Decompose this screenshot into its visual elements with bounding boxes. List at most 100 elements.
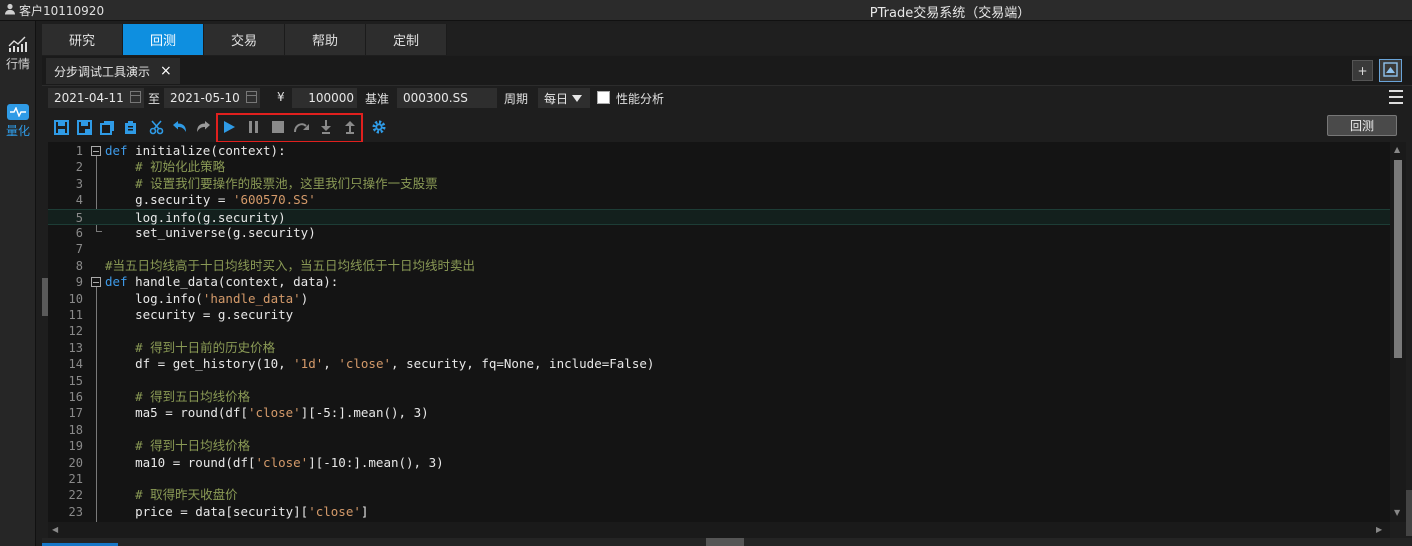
sidebar-item-quant[interactable]: 量化 bbox=[0, 97, 36, 145]
code-line[interactable]: 19 # 得到十日均线价格 bbox=[48, 438, 1390, 454]
panel-icon bbox=[1383, 61, 1398, 80]
panel-toggle-button[interactable] bbox=[1379, 59, 1402, 82]
benchmark-label: 基准 bbox=[365, 92, 390, 106]
market-chart-icon bbox=[7, 35, 29, 53]
line-number: 22 bbox=[68, 488, 83, 503]
sidebar-resize-handle[interactable] bbox=[42, 278, 48, 316]
line-number: 14 bbox=[68, 357, 83, 372]
vertical-scrollbar[interactable]: ▲ ▼ bbox=[1390, 142, 1406, 522]
close-icon[interactable]: × bbox=[160, 63, 172, 79]
benchmark-field[interactable]: 000300.SS bbox=[397, 88, 497, 108]
scroll-left-icon[interactable]: ◀ bbox=[52, 525, 58, 534]
save-icon[interactable] bbox=[52, 118, 70, 136]
file-tab[interactable]: 分步调试工具演示 × bbox=[46, 58, 180, 84]
paste-icon[interactable] bbox=[121, 118, 139, 136]
fold-toggle-icon[interactable] bbox=[91, 277, 101, 288]
scroll-up-icon[interactable]: ▲ bbox=[1394, 145, 1400, 154]
scroll-down-icon[interactable]: ▼ bbox=[1394, 508, 1400, 517]
tab-trade[interactable]: 交易 bbox=[204, 24, 285, 55]
line-number: 12 bbox=[68, 324, 83, 339]
code-line[interactable]: 12 bbox=[48, 323, 1390, 339]
code-line[interactable]: 11 security = g.security bbox=[48, 307, 1390, 323]
code-line[interactable]: 4 g.security = '600570.SS' bbox=[48, 192, 1390, 208]
save-as-icon[interactable] bbox=[75, 118, 93, 136]
step-into-icon[interactable] bbox=[317, 118, 335, 136]
new-tab-button[interactable]: + bbox=[1352, 60, 1373, 81]
line-number: 15 bbox=[68, 373, 83, 388]
code-line[interactable]: 16 # 得到五日均线价格 bbox=[48, 389, 1390, 405]
code-line[interactable]: 7 bbox=[48, 241, 1390, 257]
period-select[interactable]: 每日 bbox=[538, 88, 590, 108]
tab-help[interactable]: 帮助 bbox=[285, 24, 366, 55]
step-over-icon[interactable] bbox=[293, 118, 311, 136]
code-line[interactable]: 10 log.info('handle_data') bbox=[48, 291, 1390, 307]
code-token: ma10 = round(df[ bbox=[105, 454, 256, 470]
code-string: 'close' bbox=[308, 503, 361, 519]
code-editor[interactable]: 1 def initialize(context): 2 # 初始化此策略 3 # 设置… bbox=[48, 142, 1390, 522]
settings-gear-icon[interactable] bbox=[370, 118, 388, 136]
fold-toggle-icon[interactable] bbox=[91, 146, 101, 156]
code-line[interactable]: 18 bbox=[48, 422, 1390, 438]
code-line[interactable]: 13 # 得到十日前的历史价格 bbox=[48, 340, 1390, 356]
code-string: 'close' bbox=[255, 454, 309, 470]
code-token: initialize(context): bbox=[135, 143, 286, 158]
code-text: # 得到五日均线价格 bbox=[105, 389, 250, 405]
run-icon[interactable] bbox=[220, 118, 238, 136]
code-line[interactable]: 5 log.info(g.security) bbox=[48, 208, 1390, 225]
code-line[interactable]: 8 #当五日均线高于十日均线时买入，当五日均线低于十日均线时卖出 bbox=[48, 258, 1390, 274]
code-token: price = data[security][ bbox=[105, 503, 309, 519]
menu-icon[interactable] bbox=[1389, 90, 1403, 104]
undo-icon[interactable] bbox=[171, 118, 189, 136]
code-line[interactable]: 14 df = get_history(10, '1d', 'close', s… bbox=[48, 356, 1390, 372]
code-token: log.info( bbox=[105, 290, 203, 306]
sidebar-item-label: 行情 bbox=[5, 56, 30, 71]
vertical-scroll-thumb[interactable] bbox=[1394, 160, 1402, 358]
user-account[interactable]: 客户10110920 bbox=[4, 2, 104, 19]
code-line[interactable]: 17 ma5 = round(df['close'][-5:].mean(), … bbox=[48, 405, 1390, 421]
tab-backtest[interactable]: 回测 bbox=[123, 24, 204, 55]
tab-custom[interactable]: 定制 bbox=[366, 24, 447, 55]
code-line[interactable]: 15 bbox=[48, 373, 1390, 389]
step-out-icon[interactable] bbox=[341, 118, 359, 136]
copy-icon[interactable] bbox=[98, 118, 116, 136]
code-line[interactable]: 2 # 初始化此策略 bbox=[48, 159, 1390, 175]
line-number: 10 bbox=[68, 291, 83, 306]
code-line[interactable]: 9 def handle_data(context, data): bbox=[48, 274, 1390, 290]
line-number: 18 bbox=[68, 422, 83, 437]
code-line[interactable]: 23 price = data[security]['close'] bbox=[48, 504, 1390, 520]
stop-icon[interactable] bbox=[269, 118, 287, 136]
code-text: price = data[security]['close'] bbox=[105, 504, 368, 520]
code-string: 'close' bbox=[338, 356, 392, 372]
code-line[interactable]: 6 set_universe(g.security) bbox=[48, 225, 1390, 241]
perf-analysis-checkbox[interactable] bbox=[597, 91, 610, 104]
code-token: security = g.security bbox=[105, 307, 294, 322]
code-keyword: def bbox=[105, 274, 128, 290]
code-token: log.info(g.security) bbox=[105, 209, 286, 225]
line-number: 5 bbox=[75, 210, 83, 225]
code-line[interactable]: 20 ma10 = round(df['close'][-10:].mean()… bbox=[48, 455, 1390, 471]
backtest-button[interactable]: 回测 bbox=[1327, 115, 1397, 136]
scroll-right-icon[interactable]: ▶ bbox=[1376, 525, 1382, 534]
tab-research[interactable]: 研究 bbox=[42, 24, 123, 55]
redo-icon[interactable] bbox=[194, 118, 212, 136]
right-panel-handle[interactable] bbox=[1406, 490, 1412, 536]
capital-field[interactable]: 100000 bbox=[292, 88, 357, 108]
line-number: 23 bbox=[68, 504, 83, 519]
code-line[interactable]: 21 bbox=[48, 471, 1390, 487]
sidebar-item-market[interactable]: 行情 bbox=[0, 29, 36, 77]
bottom-panel-handle[interactable] bbox=[706, 538, 744, 546]
editor-toolbar: 回测 bbox=[42, 112, 1412, 143]
calendar-icon[interactable] bbox=[246, 91, 257, 103]
code-line[interactable]: 1 def initialize(context): bbox=[48, 143, 1390, 159]
code-line[interactable]: 3 # 设置我们要操作的股票池，这里我们只操作一支股票 bbox=[48, 176, 1390, 192]
tabbar-background bbox=[447, 24, 1412, 55]
horizontal-scrollbar[interactable]: ◀ ▶ bbox=[48, 522, 1390, 538]
code-line[interactable]: 22 # 取得昨天收盘价 bbox=[48, 487, 1390, 503]
cut-icon[interactable] bbox=[147, 118, 165, 136]
code-text: g.security = '600570.SS' bbox=[105, 192, 316, 208]
pause-icon[interactable] bbox=[245, 118, 263, 136]
calendar-icon[interactable] bbox=[130, 91, 141, 103]
